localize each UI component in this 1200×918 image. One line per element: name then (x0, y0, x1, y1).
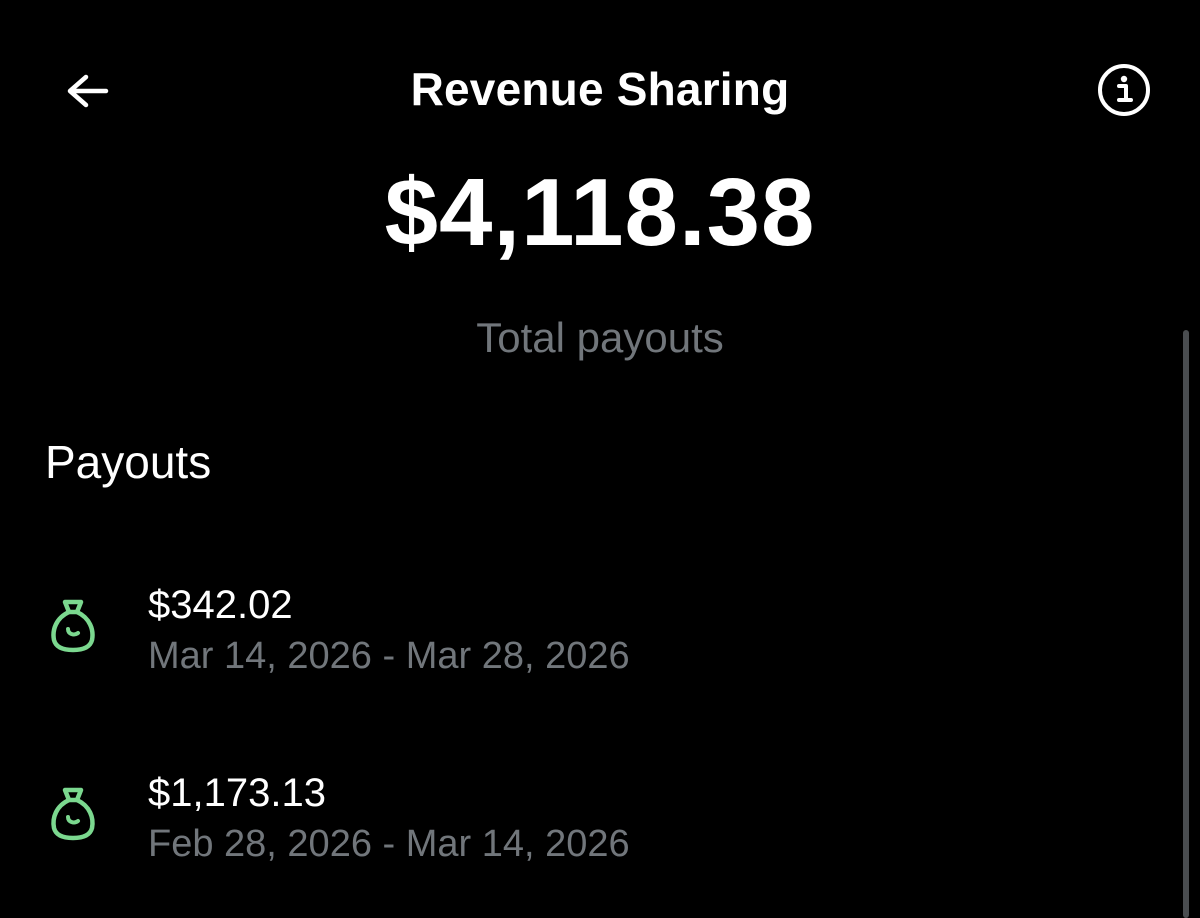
payout-amount: $342.02 (148, 583, 293, 627)
info-circle-icon (1098, 64, 1150, 116)
payout-amount: $1,173.13 (148, 771, 326, 815)
payout-list-item[interactable]: $1,173.13 Feb 28, 2026 - Mar 14, 2026 (0, 766, 1170, 876)
page-title: Revenue Sharing (410, 63, 790, 115)
top-bar: Revenue Sharing (0, 0, 1200, 180)
total-payout-amount: $4,118.38 (384, 159, 816, 266)
total-payout-label: Total payouts (476, 314, 724, 361)
back-button[interactable] (58, 62, 116, 120)
payout-list-item[interactable]: $342.02 Mar 14, 2026 - Mar 28, 2026 (0, 578, 1170, 688)
payouts-section-title: Payouts (45, 436, 212, 488)
money-bag-icon (51, 599, 95, 653)
info-button[interactable] (1094, 60, 1154, 120)
arrow-left-icon (67, 74, 109, 108)
payout-date-range: Feb 28, 2026 - Mar 14, 2026 (148, 823, 630, 865)
payout-date-range: Mar 14, 2026 - Mar 28, 2026 (148, 635, 630, 677)
scrollbar[interactable] (1183, 330, 1189, 918)
money-bag-icon (51, 787, 95, 841)
